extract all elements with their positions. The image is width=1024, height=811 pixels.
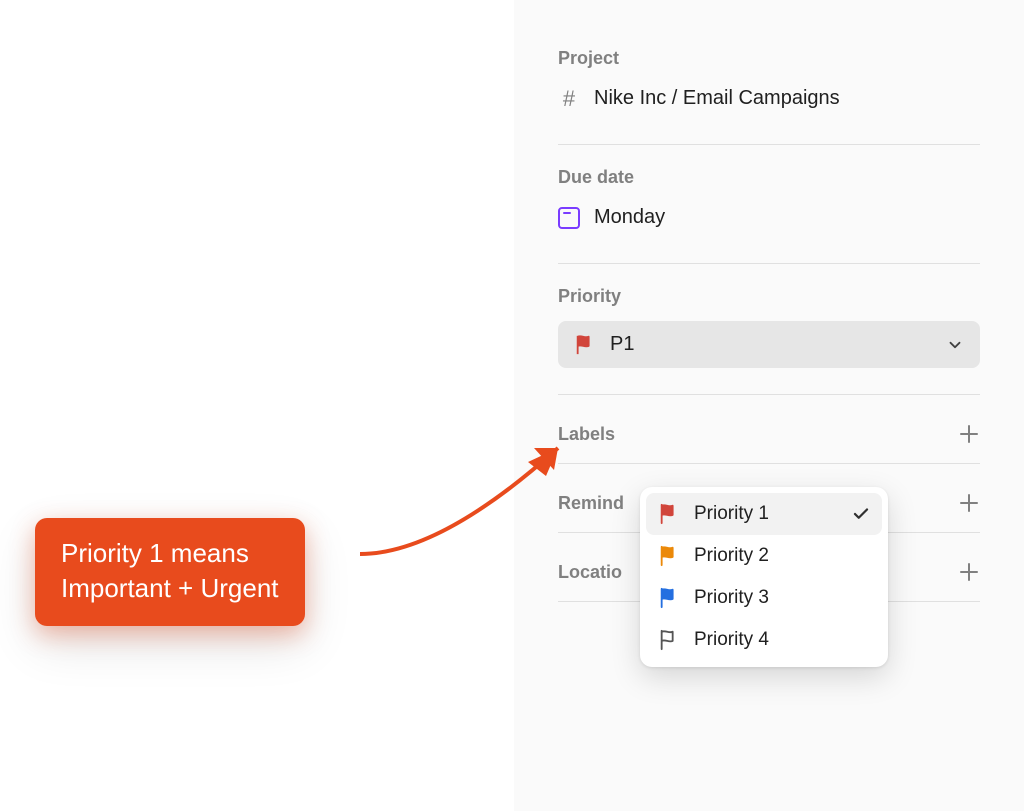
priority-selected-value: P1: [610, 333, 634, 356]
divider: [558, 394, 980, 395]
priority-section: Priority P1: [558, 286, 980, 376]
priority-dropdown: Priority 1 Priority 2 Priority 3 Priority 4: [640, 487, 888, 667]
project-section-label: Project: [558, 48, 980, 69]
priority-option-label: Priority 3: [694, 587, 769, 609]
priority-option-2[interactable]: Priority 2: [646, 535, 882, 577]
priority-option-3[interactable]: Priority 3: [646, 577, 882, 619]
divider: [558, 463, 980, 464]
priority-select[interactable]: P1: [558, 321, 980, 368]
priority-section-label: Priority: [558, 286, 980, 307]
flag-icon: [658, 587, 680, 609]
flag-icon: [658, 503, 680, 525]
priority-option-label: Priority 2: [694, 545, 769, 567]
due-date-value-row[interactable]: Monday: [558, 202, 980, 233]
chevron-down-icon: [946, 336, 964, 354]
flag-icon: [574, 334, 596, 356]
flag-icon: [658, 545, 680, 567]
labels-label: Labels: [558, 424, 615, 445]
labels-row[interactable]: Labels: [558, 417, 980, 463]
priority-option-label: Priority 1: [694, 503, 769, 525]
priority-option-4[interactable]: Priority 4: [646, 619, 882, 661]
location-label: Locatio: [558, 562, 622, 583]
hash-icon: #: [558, 88, 580, 110]
project-value-row[interactable]: # Nike Inc / Email Campaigns: [558, 83, 980, 114]
project-value: Nike Inc / Email Campaigns: [594, 87, 840, 110]
calendar-icon: [558, 207, 580, 229]
check-icon: [852, 505, 870, 523]
reminders-label: Remind: [558, 493, 624, 514]
due-date-value: Monday: [594, 206, 665, 229]
priority-option-label: Priority 4: [694, 629, 769, 651]
plus-icon: [958, 561, 980, 583]
divider: [558, 144, 980, 145]
plus-icon: [958, 423, 980, 445]
due-date-section: Due date Monday: [558, 167, 980, 253]
flag-icon: [658, 629, 680, 651]
due-date-section-label: Due date: [558, 167, 980, 188]
annotation-callout: Priority 1 means Important + Urgent: [35, 518, 305, 626]
priority-option-1[interactable]: Priority 1: [646, 493, 882, 535]
task-detail-panel: Project # Nike Inc / Email Campaigns Due…: [514, 0, 1024, 811]
project-section: Project # Nike Inc / Email Campaigns: [558, 48, 980, 134]
plus-icon: [958, 492, 980, 514]
divider: [558, 263, 980, 264]
